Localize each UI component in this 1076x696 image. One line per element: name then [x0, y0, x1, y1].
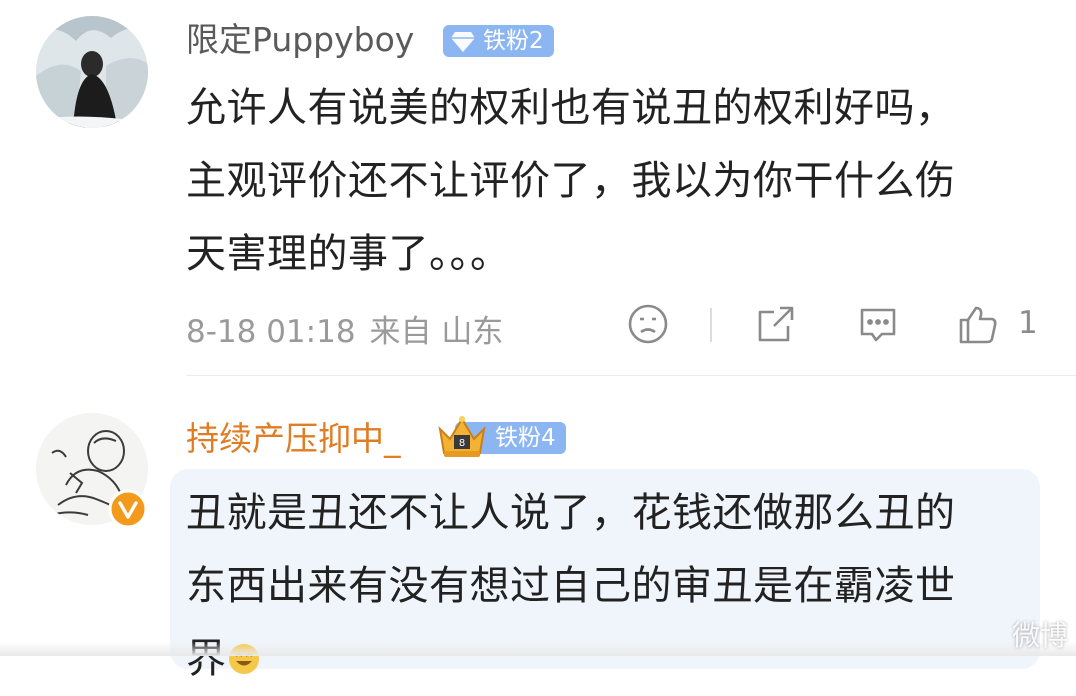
timestamp: 8-18 01:18: [186, 314, 356, 350]
thumbs-up-icon[interactable]: [956, 302, 1000, 350]
fan-badge[interactable]: 铁粉2: [443, 25, 554, 57]
comment-text: 允许人有说美的权利也有说丑的权利好吗， 主观评价还不让评价了，我以为你干什么伤 …: [186, 72, 1016, 291]
share-icon[interactable]: [754, 302, 798, 350]
avatar[interactable]: [36, 16, 148, 128]
comment-meta: 8-18 01:18 来自 山东: [186, 306, 503, 351]
verified-v-icon: [108, 489, 148, 529]
comment-line: 丑就是丑还不让人说了，花钱还做那么丑的: [186, 490, 956, 536]
divider: [710, 308, 712, 342]
comment-line: 东西出来有没有想过自己的审丑是在霸凌世: [186, 563, 956, 609]
sad-face-icon[interactable]: [626, 302, 670, 350]
diamond-icon: [451, 32, 475, 52]
location: 来自 山东: [369, 314, 504, 350]
comment-line: 天害理的事了。。。: [186, 231, 511, 277]
watermark: 微博: [1011, 619, 1068, 652]
crown-icon: 8: [438, 416, 486, 457]
bottom-fade: [0, 642, 1076, 656]
username[interactable]: 持续产压抑中_: [186, 419, 401, 459]
badge-label: 铁粉4: [495, 425, 556, 451]
comment-item: 限定Puppyboy 铁粉2 允许人有说美的权利也有说丑的权利好吗， 主观评价还…: [0, 0, 1076, 376]
comment-line: 主观评价还不让评价了，我以为你干什么伤: [186, 158, 956, 204]
svg-text:8: 8: [459, 438, 465, 449]
comment-bubble-icon[interactable]: [856, 302, 900, 350]
comment-item: 持续产压抑中_ 铁粉4 8 丑就是丑还不让人说了，花钱还做那么丑的 东西出来有没…: [0, 377, 1076, 682]
badge-label: 铁粉2: [483, 28, 544, 54]
like-count: 1: [1018, 305, 1038, 341]
comment-line: 界: [186, 623, 1016, 696]
comment-text: 丑就是丑还不让人说了，花钱还做那么丑的 东西出来有没有想过自己的审丑是在霸凌世 …: [186, 477, 1016, 696]
comment-divider: [186, 375, 1076, 376]
username[interactable]: 限定Puppyboy: [186, 20, 414, 60]
comment-line: 允许人有说美的权利也有说丑的权利好吗，: [186, 85, 956, 131]
